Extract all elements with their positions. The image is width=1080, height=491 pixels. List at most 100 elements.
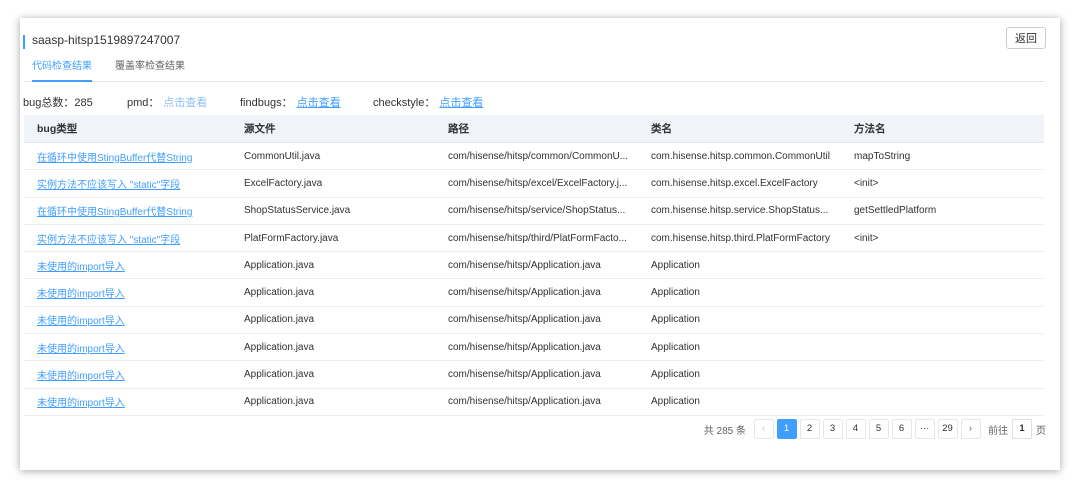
path-cell: com/hisense/hitsp/excel/ExcelFactory.j..… [435,169,638,198]
page-button-4[interactable]: 4 [845,419,866,439]
page-button-2[interactable]: 2 [799,419,820,439]
table-row: 在循环中使用StingBuffer代替String ShopStatusServi… [24,197,1044,225]
method-name-cell: mapToString [841,142,1044,171]
checkstyle-label: checkstyle： [373,97,436,109]
column-header-method-name[interactable]: 方法名 [841,115,1044,143]
column-header-path[interactable]: 路径 [435,115,638,143]
bug-table: bug类型 源文件 路径 类名 方法名 在循环中使用StingBuffer代替S… [24,115,1044,416]
page-button-3[interactable]: 3 [822,419,843,439]
page-button-1[interactable]: 1 [776,419,797,439]
method-name-cell: <init> [841,224,1044,253]
bug-type-cell: 未使用的import导入 [24,333,231,362]
bug-type-link[interactable]: 未使用的import导入 [37,316,125,327]
class-name-cell: com.hisense.hitsp.common.CommonUtil [638,142,841,171]
findbugs-view-link[interactable]: 点击查看 [297,97,341,109]
path-cell: com/hisense/hitsp/common/CommonU... [435,142,638,171]
bug-type-cell: 未使用的import导入 [24,278,231,307]
bug-type-cell: 未使用的import导入 [24,306,231,335]
source-file-cell: CommonUtil.java [231,142,435,171]
bug-type-cell: 实例方法不应该写入 "static"字段 [24,169,231,198]
bug-type-link[interactable]: 实例方法不应该写入 "static"字段 [37,180,180,191]
bug-type-cell: 实例方法不应该写入 "static"字段 [24,224,231,253]
method-name-cell [841,333,1044,362]
table-row: 未使用的import导入 Application.java com/hisense/… [24,278,1044,307]
bug-type-cell: 未使用的import导入 [24,360,231,389]
class-name-cell: com.hisense.hitsp.third.PlatFormFactory [638,224,841,253]
path-cell: com/hisense/hitsp/Application.java [435,278,638,307]
project-title: saasp-hitsp1519897247007 [32,33,181,47]
source-file-cell: Application.java [231,388,435,416]
path-cell: com/hisense/hitsp/Application.java [435,333,638,362]
method-name-cell: getSettledPlatform [841,197,1044,225]
method-name-cell [841,360,1044,389]
pagination: 共 285 条 ‹ 1 2 3 4 5 6 ··· 29 › 前往 1 页 [703,419,1046,439]
column-header-bug-type[interactable]: bug类型 [24,115,231,143]
source-file-cell: Application.java [231,278,435,307]
findbugs-stat: findbugs： 点击查看 [240,94,341,110]
source-file-cell: ExcelFactory.java [231,169,435,198]
pmd-stat: pmd： 点击查看 [127,94,207,110]
table-row: 未使用的import导入 Application.java com/hisense/… [24,306,1044,335]
bug-type-link[interactable]: 未使用的import导入 [37,262,125,273]
method-name-cell [841,306,1044,335]
result-tabs: 代码检查结果 覆盖率检查结果 [24,58,1045,82]
method-name-cell [841,388,1044,416]
more-pages-icon[interactable]: ··· [914,419,935,439]
table-row: 未使用的import导入 Application.java com/hisense/… [24,251,1044,280]
bug-type-link[interactable]: 在循环中使用StingBuffer代替String [37,153,192,164]
goto-label: 前往 [988,425,1008,437]
method-name-cell: <init> [841,169,1044,198]
bug-type-link[interactable]: 实例方法不应该写入 "static"字段 [37,235,180,246]
bug-type-link[interactable]: 在循环中使用StingBuffer代替String [37,207,192,218]
findbugs-label: findbugs： [240,97,293,109]
class-name-cell: com.hisense.hitsp.service.ShopStatus... [638,197,841,225]
tab-code-check[interactable]: 代码检查结果 [32,60,92,82]
source-file-cell: Application.java [231,333,435,362]
class-name-cell: Application [638,388,841,416]
path-cell: com/hisense/hitsp/Application.java [435,360,638,389]
path-cell: com/hisense/hitsp/Application.java [435,306,638,335]
bug-type-cell: 未使用的import导入 [24,251,231,280]
path-cell: com/hisense/hitsp/third/PlatFormFacto... [435,224,638,253]
bug-type-link[interactable]: 未使用的import导入 [37,289,125,300]
table-body: 在循环中使用StingBuffer代替String CommonUtil.java… [24,142,1044,416]
column-header-class-name[interactable]: 类名 [638,115,841,143]
bug-type-cell: 未使用的import导入 [24,388,231,416]
bug-type-link[interactable]: 未使用的import导入 [37,371,125,382]
bug-type-link[interactable]: 未使用的import导入 [37,398,125,409]
next-page-icon[interactable]: › [960,419,981,439]
title-accent-bar [23,35,25,49]
page-button-6[interactable]: 6 [891,419,912,439]
bug-type-cell: 在循环中使用StingBuffer代替String [24,142,231,171]
checkstyle-stat: checkstyle： 点击查看 [373,94,483,110]
prev-page-icon[interactable]: ‹ [753,419,774,439]
column-header-source-file[interactable]: 源文件 [231,115,435,143]
back-button[interactable]: 返回 [1006,27,1046,49]
table-row: 未使用的import导入 Application.java com/hisense/… [24,388,1044,416]
page-button-5[interactable]: 5 [868,419,889,439]
source-file-cell: ShopStatusService.java [231,197,435,225]
source-file-cell: Application.java [231,360,435,389]
page-button-29[interactable]: 29 [937,419,958,439]
bug-type-link[interactable]: 未使用的import导入 [37,344,125,355]
class-name-cell: Application [638,360,841,389]
class-name-cell: Application [638,306,841,335]
source-file-cell: Application.java [231,251,435,280]
goto-page-input[interactable]: 1 [1012,419,1032,439]
path-cell: com/hisense/hitsp/Application.java [435,388,638,416]
table-row: 未使用的import导入 Application.java com/hisense/… [24,360,1044,389]
method-name-cell [841,251,1044,280]
class-name-cell: com.hisense.hitsp.excel.ExcelFactory [638,169,841,198]
table-row: 在循环中使用StingBuffer代替String CommonUtil.java… [24,142,1044,171]
table-row: 未使用的import导入 Application.java com/hisense/… [24,333,1044,362]
path-cell: com/hisense/hitsp/service/ShopStatus... [435,197,638,225]
pmd-label: pmd： [127,97,160,109]
pagination-total: 共 285 条 [703,425,746,437]
tab-coverage-check[interactable]: 覆盖率检查结果 [115,60,185,80]
pmd-view-link[interactable]: 点击查看 [163,97,207,109]
class-name-cell: Application [638,251,841,280]
method-name-cell [841,278,1044,307]
table-header-row: bug类型 源文件 路径 类名 方法名 [24,115,1044,143]
checkstyle-view-link[interactable]: 点击查看 [439,97,483,109]
page-unit-label: 页 [1036,425,1046,437]
